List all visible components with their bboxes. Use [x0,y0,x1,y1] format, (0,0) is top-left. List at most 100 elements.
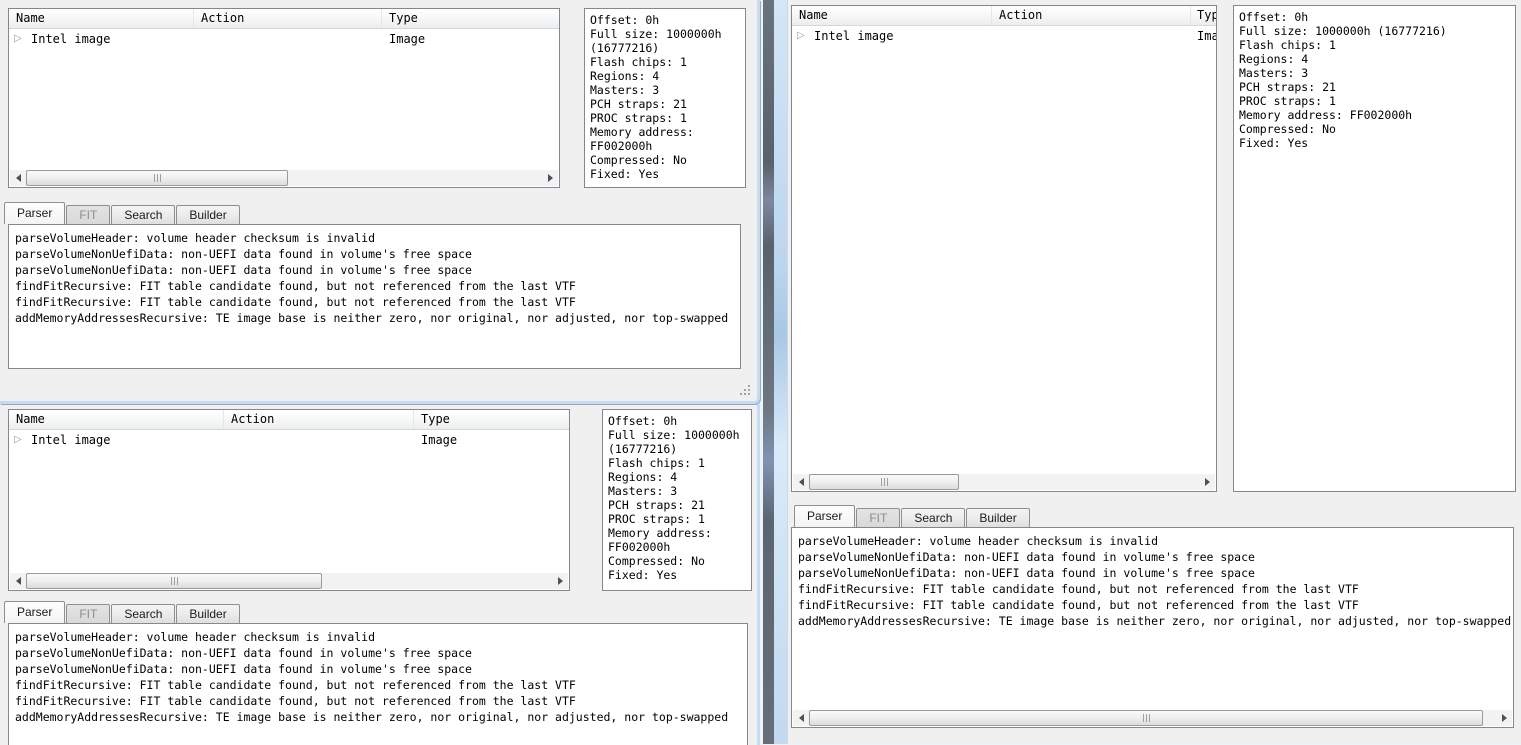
message-line[interactable]: addMemoryAddressesRecursive: TE image ba… [15,310,738,326]
column-header-name[interactable]: Name [792,6,992,25]
tab-builder[interactable]: Builder [966,508,1030,527]
message-line[interactable]: findFitRecursive: FIT table candidate fo… [798,581,1511,597]
tab-fit: FIT [856,508,901,527]
scroll-right-icon [557,577,563,585]
tab-parser[interactable]: Parser [4,202,66,224]
uefitool-window-bottom-left: Name Action Type ▷ Intel image Image Off… [0,404,760,745]
scrollbar-thumb[interactable] [26,170,288,186]
message-line[interactable]: addMemoryAddressesRecursive: TE image ba… [15,709,745,725]
tab-search[interactable]: Search [111,205,176,224]
info-panel: Offset: 0h Full size: 1000000h (16777216… [584,8,746,188]
scroll-right-button[interactable] [542,170,558,186]
tree-item-type: Image [1197,29,1216,43]
tree-item-name: Intel image [31,433,111,447]
background-window-dark-border [763,0,774,744]
tab-parser[interactable]: Parser [4,601,66,623]
scroll-left-icon [798,714,804,722]
tree-item-type: Image [421,433,458,447]
scroll-left-button[interactable] [10,170,26,186]
column-header-type[interactable]: Type [1191,6,1216,25]
info-panel: Offset: 0h Full size: 1000000h (16777216… [1233,5,1516,492]
tree-horizontal-scrollbar[interactable] [793,474,1215,490]
tab-bar: Parser FIT Search Builder [4,601,241,623]
tab-parser[interactable]: Parser [794,505,856,527]
thumb-grip-icon [170,577,178,585]
scroll-right-button[interactable] [552,573,568,589]
thumb-grip-icon [880,478,888,486]
parser-messages[interactable]: parseVolumeHeader: volume header checksu… [791,527,1514,728]
background-window-edge [760,0,787,744]
message-line[interactable]: parseVolumeNonUefiData: non-UEFI data fo… [798,549,1511,565]
message-line[interactable]: findFitRecursive: FIT table candidate fo… [15,677,745,693]
message-line[interactable]: parseVolumeHeader: volume header checksu… [15,629,745,645]
tab-search[interactable]: Search [901,508,966,527]
message-line[interactable]: findFitRecursive: FIT table candidate fo… [15,278,738,294]
tab-builder[interactable]: Builder [176,205,240,224]
message-line[interactable]: addMemoryAddressesRecursive: TE image ba… [798,613,1511,629]
structure-tree: Name Action Type ▷ Intel image Image [8,8,560,188]
message-line[interactable]: parseVolumeNonUefiData: non-UEFI data fo… [15,246,738,262]
messages-horizontal-scrollbar[interactable] [793,710,1512,726]
message-line[interactable]: parseVolumeNonUefiData: non-UEFI data fo… [15,262,738,278]
thumb-grip-icon [153,174,161,182]
tree-horizontal-scrollbar[interactable] [10,573,568,589]
scroll-right-icon [1501,714,1507,722]
tab-bar: Parser FIT Search Builder [4,202,241,224]
tree-header: Name Action Type [792,6,1216,26]
tree-row-intel-image[interactable]: ▷ Intel image Image [9,30,559,49]
thumb-grip-icon [1142,714,1150,722]
tree-header: Name Action Type [9,410,569,430]
scroll-left-icon [15,174,21,182]
scroll-right-icon [547,174,553,182]
column-header-action[interactable]: Action [224,410,414,429]
scroll-left-icon [15,577,21,585]
scroll-right-button[interactable] [1199,474,1215,490]
resize-grip-icon[interactable] [739,384,751,396]
tab-bar: Parser FIT Search Builder [794,505,1031,527]
parser-messages[interactable]: parseVolumeHeader: volume header checksu… [8,224,741,369]
column-header-name[interactable]: Name [9,9,194,28]
message-line[interactable]: findFitRecursive: FIT table candidate fo… [15,294,738,310]
structure-tree: Name Action Type ▷ Intel image Image [8,409,570,591]
tab-fit: FIT [66,604,111,623]
scroll-left-button[interactable] [10,573,26,589]
expander-icon[interactable]: ▷ [797,27,805,45]
message-line[interactable]: parseVolumeNonUefiData: non-UEFI data fo… [798,565,1511,581]
message-line[interactable]: findFitRecursive: FIT table candidate fo… [798,597,1511,613]
tree-row-intel-image[interactable]: ▷ Intel image Image [792,27,1216,46]
message-line[interactable]: parseVolumeHeader: volume header checksu… [15,230,738,246]
background-window-glass-border [774,0,787,744]
column-header-action[interactable]: Action [194,9,382,28]
structure-tree: Name Action Type ▷ Intel image Image [791,5,1217,492]
scroll-right-icon [1204,478,1210,486]
column-header-action[interactable]: Action [992,6,1191,25]
tree-horizontal-scrollbar[interactable] [10,170,558,186]
column-header-name[interactable]: Name [9,410,224,429]
scrollbar-thumb[interactable] [26,573,322,589]
message-line[interactable]: parseVolumeNonUefiData: non-UEFI data fo… [15,645,745,661]
message-line[interactable]: parseVolumeHeader: volume header checksu… [798,533,1511,549]
uefitool-window-top-left: Name Action Type ▷ Intel image Image Off… [0,0,760,404]
scrollbar-thumb[interactable] [809,474,959,490]
tree-row-intel-image[interactable]: ▷ Intel image Image [9,431,569,450]
tree-header: Name Action Type [9,9,559,29]
tab-search[interactable]: Search [111,604,176,623]
scroll-right-button[interactable] [1496,710,1512,726]
parser-messages[interactable]: parseVolumeHeader: volume header checksu… [8,623,748,745]
column-header-type[interactable]: Type [382,9,559,28]
scroll-left-icon [798,478,804,486]
scrollbar-thumb[interactable] [809,710,1483,726]
scroll-left-button[interactable] [793,474,809,490]
expander-icon[interactable]: ▷ [14,431,22,449]
column-header-type[interactable]: Type [414,410,569,429]
uefitool-window-right: Name Action Type ▷ Intel image Image Off… [787,0,1521,744]
info-panel: Offset: 0h Full size: 1000000h (16777216… [602,409,752,591]
message-line[interactable]: parseVolumeNonUefiData: non-UEFI data fo… [15,661,745,677]
tab-fit: FIT [66,205,111,224]
tree-item-type: Image [389,32,426,46]
message-line[interactable]: findFitRecursive: FIT table candidate fo… [15,693,745,709]
scroll-left-button[interactable] [793,710,809,726]
expander-icon[interactable]: ▷ [14,30,22,48]
tree-item-name: Intel image [31,32,111,46]
tab-builder[interactable]: Builder [176,604,240,623]
